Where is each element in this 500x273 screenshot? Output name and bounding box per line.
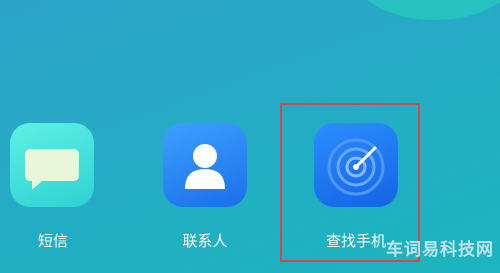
sms-app-label: 短信 (37, 232, 68, 250)
contacts-app-icon[interactable] (163, 123, 247, 207)
contacts-app-label: 联系人 (182, 232, 228, 250)
watermark: 车词易科技网 (386, 240, 494, 260)
sms-app-icon[interactable] (10, 123, 94, 207)
wallpaper-shape (350, 0, 500, 20)
message-bubble-icon (25, 149, 79, 190)
person-icon (185, 144, 225, 189)
